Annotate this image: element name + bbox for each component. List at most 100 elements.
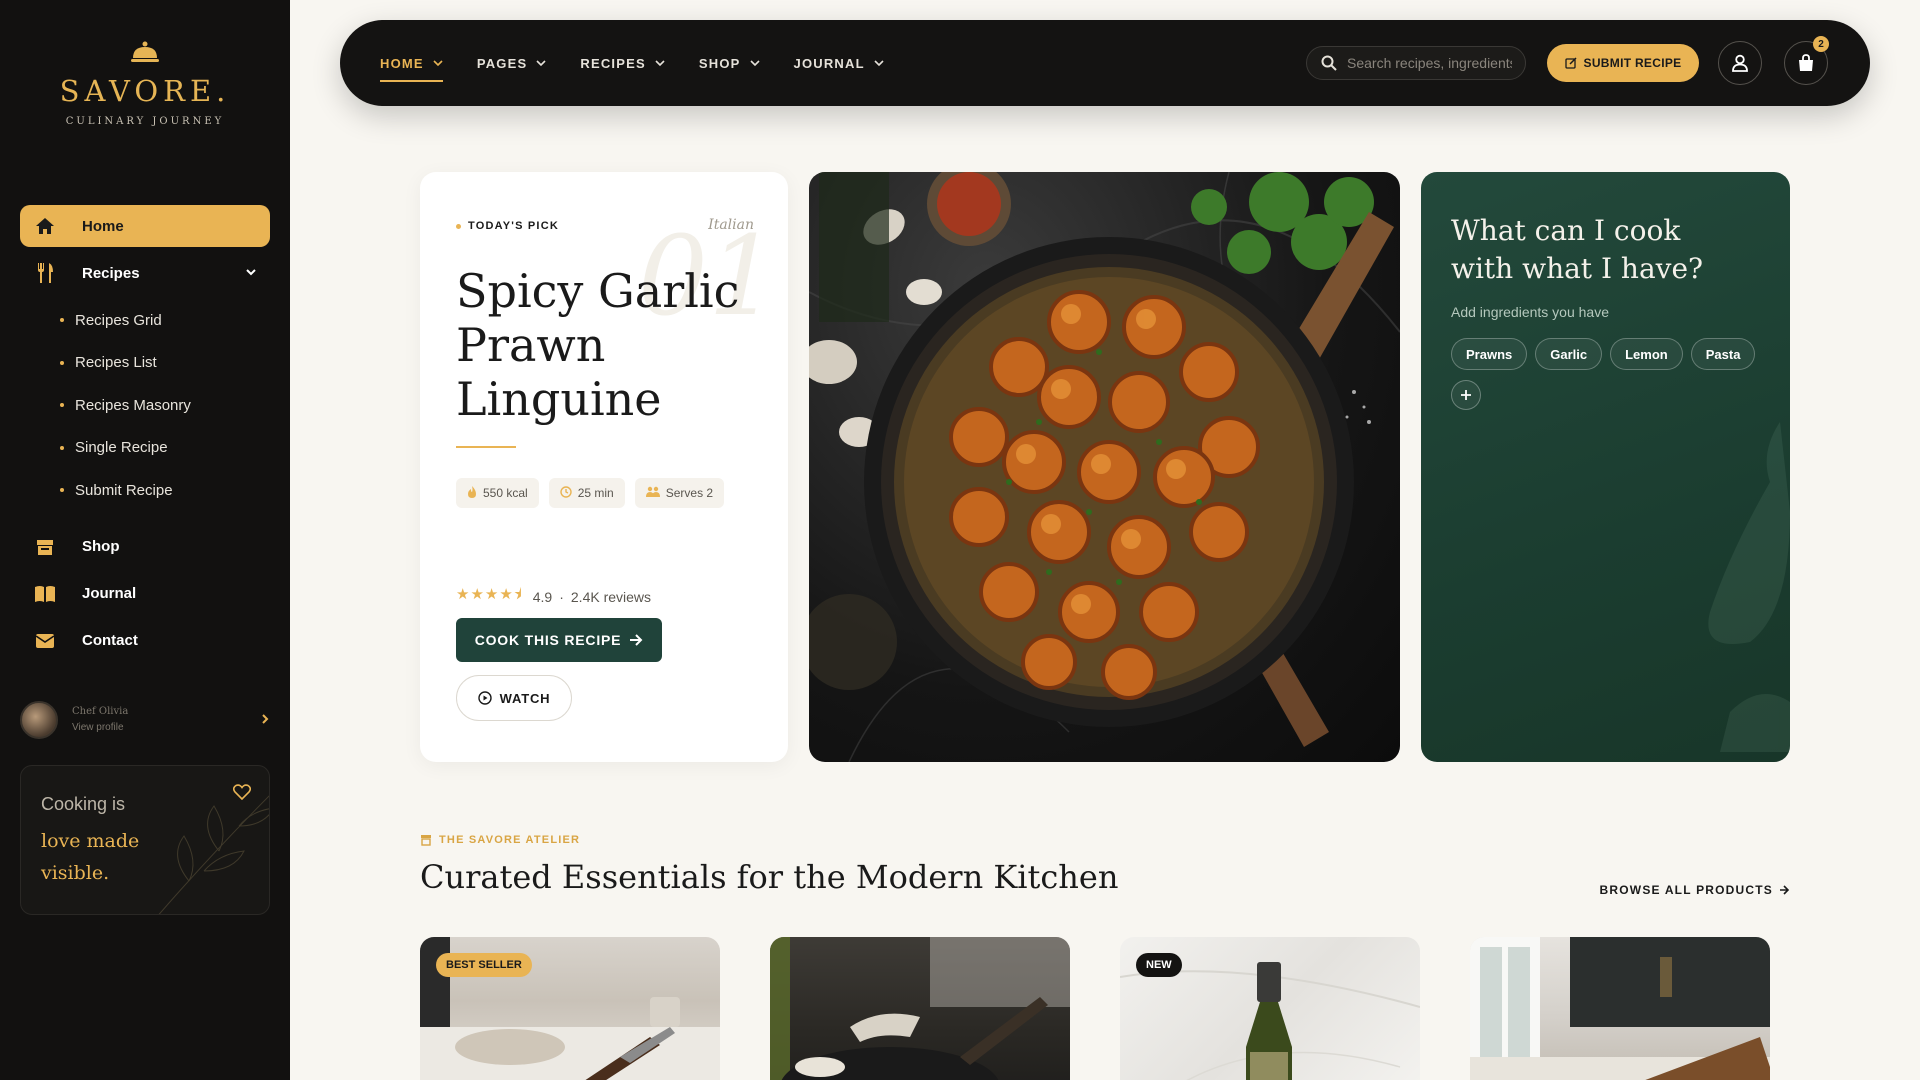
chevron-right-icon: [260, 712, 270, 731]
profile-action: View profile: [72, 722, 124, 733]
sidebar-item-recipes[interactable]: Recipes: [20, 252, 270, 294]
sidebar-item-home[interactable]: Home: [20, 205, 270, 247]
arrow-right-icon: [1780, 885, 1790, 895]
chevron-down-icon: [874, 60, 884, 67]
todays-pick-label: TODAY'S PICK: [456, 220, 559, 232]
calories-value: 550 kcal: [483, 486, 528, 500]
servings-chip: Serves 2: [634, 478, 725, 508]
browse-label: BROWSE ALL PRODUCTS: [1599, 883, 1773, 897]
sidebar: SAVORE. CULINARY JOURNEY Home Recipes Re…: [0, 0, 290, 1080]
chevron-down-icon[interactable]: [244, 265, 258, 283]
ingredient-finder-title: What can I cook with what I have?: [1451, 214, 1704, 285]
cook-label: COOK THIS RECIPE: [474, 632, 622, 648]
search-input[interactable]: [1347, 55, 1512, 71]
menu-item-recipes[interactable]: RECIPES: [580, 48, 665, 78]
menu-item-label: JOURNAL: [793, 55, 865, 71]
top-navbar: HOME PAGES RECIPES SHOP JOURNAL SUBMIT R…: [340, 20, 1870, 106]
ingredient-tag-lemon[interactable]: Lemon: [1610, 338, 1683, 370]
recipe-title[interactable]: Spicy Garlic Prawn Linguine: [456, 264, 756, 426]
menu-item-home[interactable]: HOME: [380, 48, 443, 82]
account-button[interactable]: [1718, 41, 1762, 85]
plus-icon: [1461, 390, 1471, 400]
profile-link[interactable]: Chef Olivia View profile: [20, 700, 270, 740]
sidebar-item-label: Contact: [82, 632, 138, 649]
cart-count-badge: 2: [1813, 36, 1829, 52]
sidebar-item-shop[interactable]: Shop: [20, 526, 270, 568]
featured-recipe-card: 01 TODAY'S PICK Italian Spicy Garlic Pra…: [420, 172, 788, 762]
brand[interactable]: SAVORE. CULINARY JOURNEY: [0, 0, 290, 127]
servings-value: Serves 2: [665, 486, 714, 500]
ingredient-tag-prawns[interactable]: Prawns: [1451, 338, 1528, 370]
ingredient-tag-garlic[interactable]: Garlic: [1535, 338, 1603, 370]
sidebar-subitem-recipes-masonry[interactable]: Recipes Masonry: [60, 384, 270, 427]
add-ingredient-button[interactable]: [1451, 380, 1481, 410]
section-eyebrow: THE SAVORE ATELIER: [420, 834, 580, 846]
profile-text: Chef Olivia View profile: [72, 704, 128, 736]
shopping-bag-icon: [1799, 54, 1813, 71]
recipe-rating: ★★★★⯨ 4.9 · 2.4K reviews: [456, 584, 651, 609]
new-badge: NEW: [1136, 953, 1182, 977]
avatar: [20, 701, 58, 739]
watch-button[interactable]: WATCH: [456, 675, 572, 721]
time-chip: 25 min: [548, 478, 625, 508]
time-value: 25 min: [577, 486, 614, 500]
sidebar-item-label: Home: [82, 217, 124, 235]
dot-separator: ·: [559, 588, 564, 605]
ingredient-tags: Prawns Garlic Lemon Pasta: [1451, 338, 1763, 370]
quote-card: Cooking is love made visible.: [20, 765, 270, 915]
sidebar-item-label: Journal: [82, 585, 137, 602]
kitchen-board-product-image: [1470, 937, 1770, 1080]
sidebar-subitem-recipes-list[interactable]: Recipes List: [60, 342, 270, 385]
chevron-down-icon: [655, 60, 665, 67]
recipe-meta: 550 kcal 25 min Serves 2: [456, 478, 734, 508]
menu-item-shop[interactable]: SHOP: [699, 48, 760, 78]
home-icon: [34, 215, 56, 237]
submit-recipe-button[interactable]: SUBMIT RECIPE: [1547, 44, 1699, 82]
menu-item-label: SHOP: [698, 55, 741, 71]
chevron-down-icon: [749, 60, 760, 67]
product-card[interactable]: [770, 937, 1070, 1080]
clock-icon: [560, 485, 572, 501]
ingredient-tag-pasta[interactable]: Pasta: [1690, 338, 1756, 370]
arrow-right-icon: [630, 634, 643, 646]
review-count[interactable]: 2.4K reviews: [571, 589, 651, 605]
profile-name: Chef Olivia: [72, 706, 129, 717]
store-icon: [421, 835, 431, 846]
best-seller-badge: BEST SELLER: [436, 953, 532, 977]
brand-tagline: CULINARY JOURNEY: [65, 116, 225, 127]
calories-chip: 550 kcal: [456, 478, 539, 508]
section-title: Curated Essentials for the Modern Kitche…: [420, 858, 1119, 896]
cook-this-recipe-button[interactable]: COOK THIS RECIPE: [456, 618, 662, 662]
sidebar-item-journal[interactable]: Journal: [20, 573, 270, 615]
recipes-submenu: Recipes Grid Recipes List Recipes Masonr…: [60, 299, 270, 512]
menu-item-journal[interactable]: JOURNAL: [794, 48, 884, 78]
sidebar-subitem-recipes-grid[interactable]: Recipes Grid: [60, 299, 270, 342]
product-card[interactable]: [1470, 937, 1770, 1080]
sidebar-subitem-single-recipe[interactable]: Single Recipe: [60, 427, 270, 470]
title-divider: [456, 446, 516, 448]
sidebar-nav: Home Recipes Recipes Grid Recipes List R…: [20, 205, 270, 667]
mail-icon: [34, 630, 56, 652]
cloche-icon: [130, 40, 160, 64]
product-card[interactable]: BEST SELLER: [420, 937, 720, 1080]
cart-button[interactable]: 2: [1784, 36, 1829, 85]
heart-icon[interactable]: [232, 784, 252, 805]
section-eyebrow-label: THE SAVORE ATELIER: [439, 834, 581, 846]
ingredient-finder-panel: What can I cook with what I have? Add in…: [1421, 172, 1790, 762]
product-grid: BEST SELLER NEW: [420, 937, 1820, 1080]
chevron-down-icon: [536, 60, 546, 67]
recipe-hero-image[interactable]: [809, 172, 1400, 762]
search-icon: [1321, 55, 1337, 71]
cast-iron-pan-product-image: [770, 937, 1070, 1080]
sidebar-item-contact[interactable]: Contact: [20, 620, 270, 662]
search-box: [1306, 46, 1526, 80]
utensils-icon: [34, 262, 56, 284]
menu-item-pages[interactable]: PAGES: [477, 48, 547, 78]
rating-value: 4.9: [532, 588, 553, 605]
product-card[interactable]: NEW: [1120, 937, 1420, 1080]
book-icon: [34, 583, 56, 605]
browse-all-products-link[interactable]: BROWSE ALL PRODUCTS: [1600, 883, 1790, 897]
main-menu: HOME PAGES RECIPES SHOP JOURNAL: [380, 20, 918, 106]
sidebar-subitem-submit-recipe[interactable]: Submit Recipe: [60, 469, 270, 512]
menu-item-label: RECIPES: [580, 55, 646, 71]
